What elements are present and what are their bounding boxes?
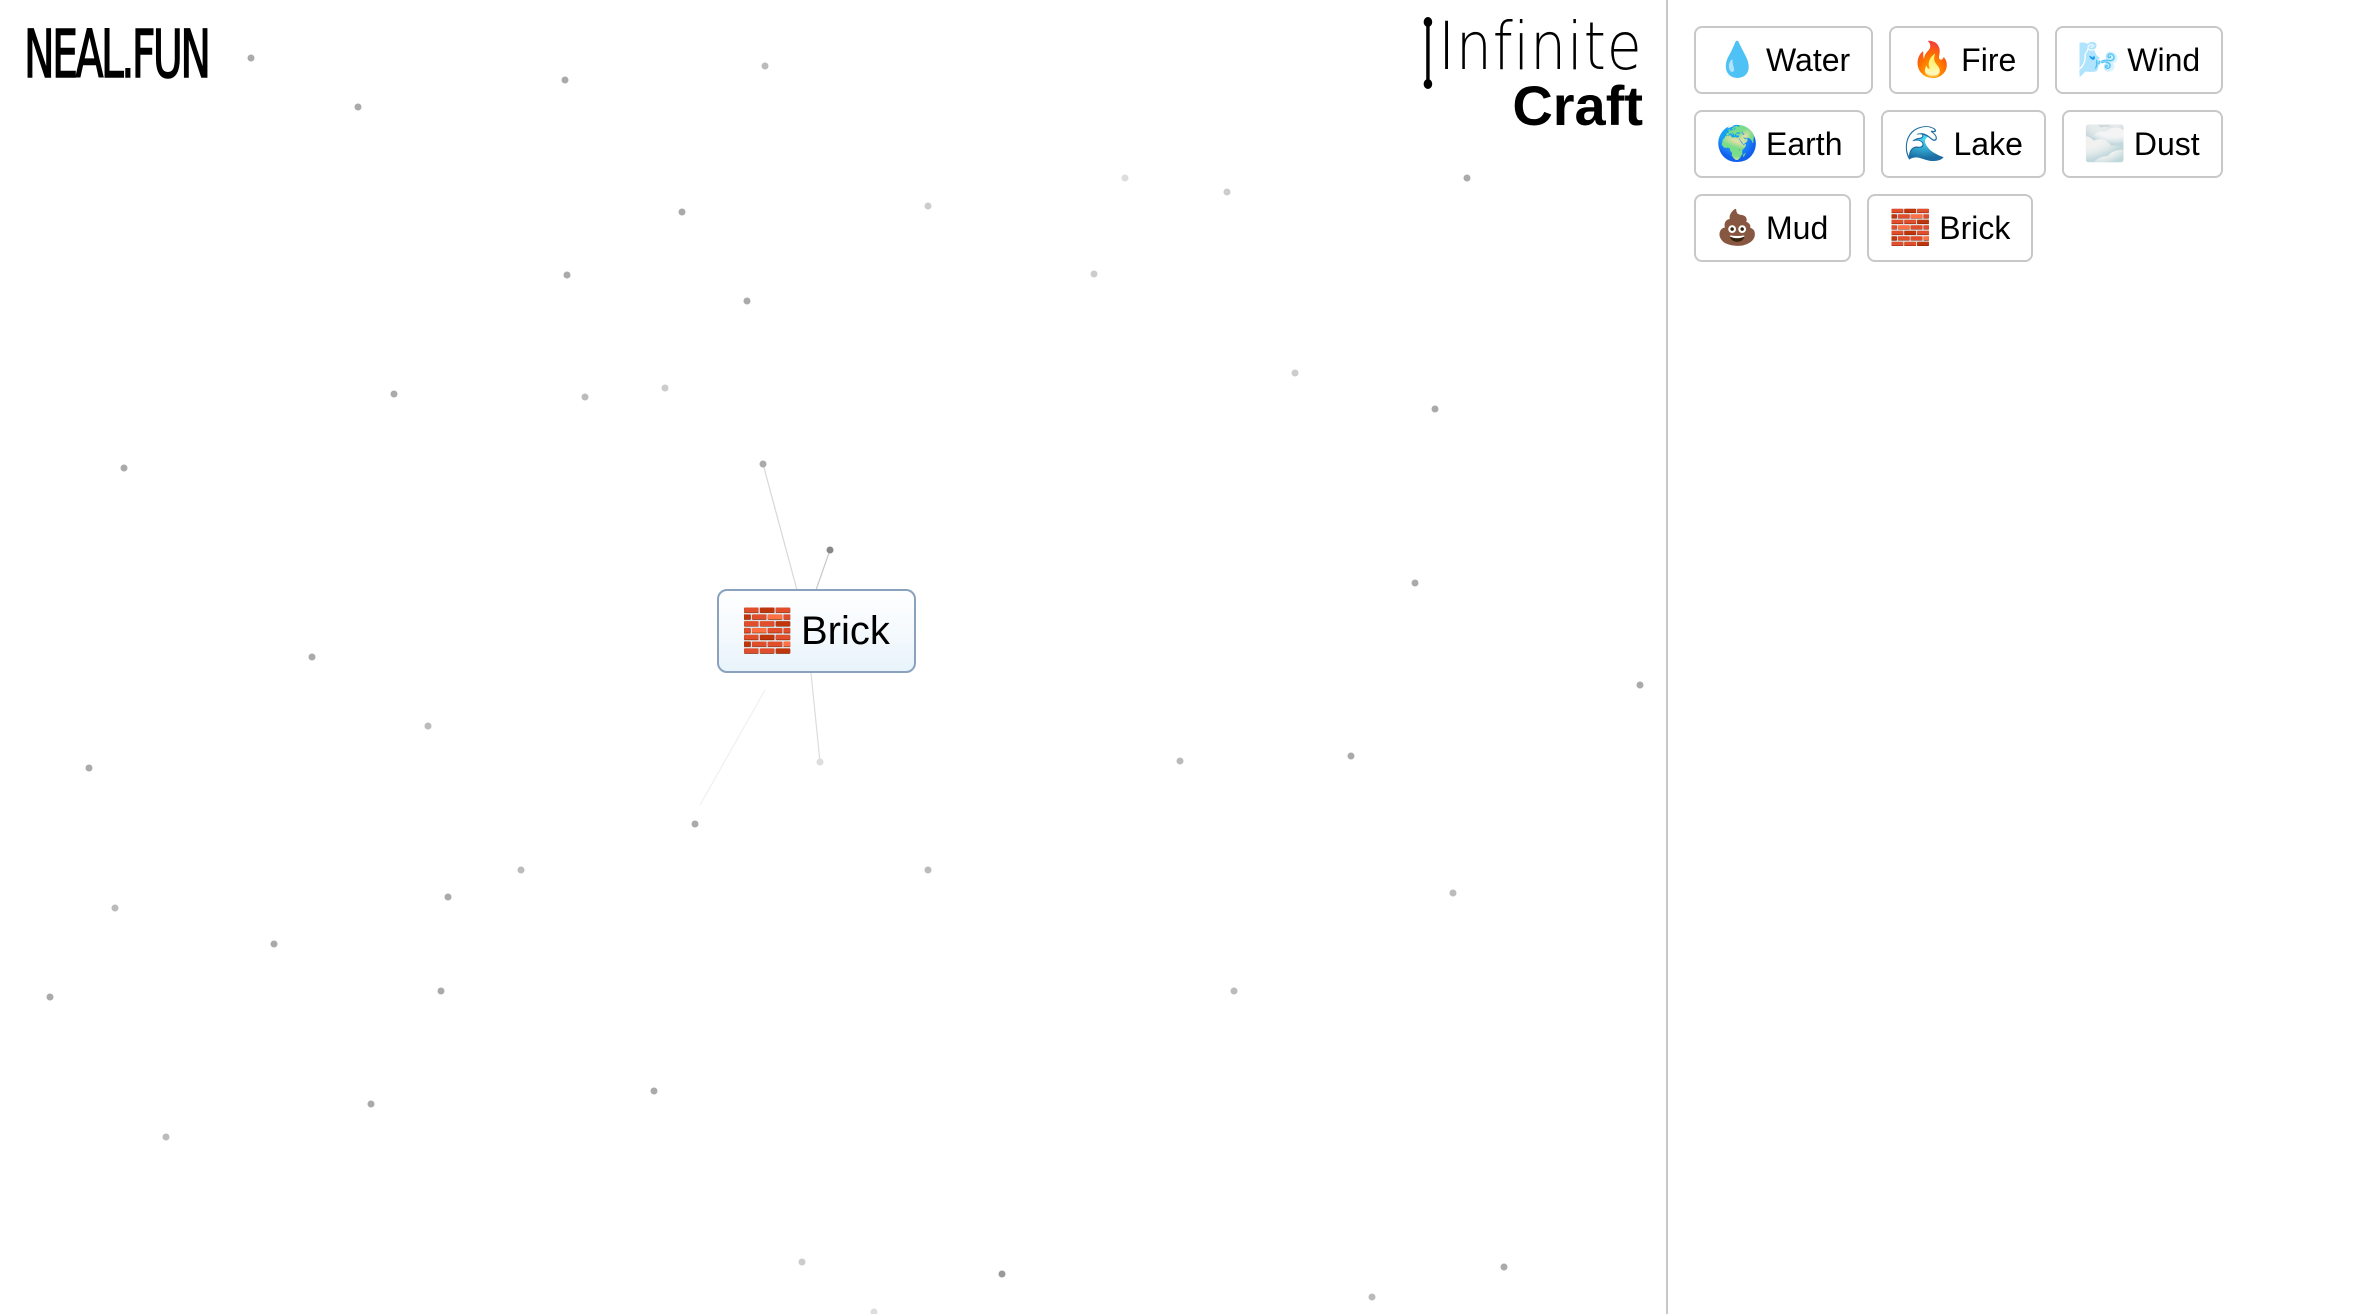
particle-dot — [1347, 752, 1355, 760]
particle-dot — [247, 54, 255, 62]
particle-dot — [563, 271, 571, 279]
particle-link — [815, 549, 831, 591]
particle-dot — [1090, 270, 1098, 278]
particle-dot — [816, 758, 824, 766]
particle-dot — [998, 1270, 1006, 1278]
particle-dot — [517, 866, 525, 874]
particle-dot — [85, 764, 93, 772]
element-mud[interactable]: 💩 Mud — [1694, 194, 1852, 262]
fog-icon: 🌫️ — [2083, 125, 2127, 163]
particle-dot — [743, 297, 751, 305]
particle-dots — [46, 54, 1644, 1314]
wave-icon: 🌊 — [1903, 125, 1946, 163]
particle-dot — [826, 546, 834, 554]
element-dust[interactable]: 🌫️ Dust — [2061, 110, 2223, 178]
particle-dot — [798, 1258, 806, 1266]
particle-dot — [1121, 174, 1129, 182]
particle-dot — [678, 208, 686, 216]
earth-globe-icon: 🌍 — [1716, 125, 1759, 163]
element-wind[interactable]: 🌬️ Wind — [2055, 26, 2224, 94]
particle-dot — [924, 866, 932, 874]
particle-dot — [424, 722, 432, 730]
particle-dot — [308, 653, 316, 661]
element-label: Water — [1766, 41, 1851, 78]
element-label: Earth — [1766, 125, 1843, 162]
elements-sidebar[interactable]: 💧 Water 🔥 Fire 🌬️ Wind 🌍 Earth 🌊 Lake 🌫️ — [1668, 0, 2360, 1314]
infinite-craft-app: NEAL.FUN Infinite Craft 🧱 Brick 💧 Water … — [0, 0, 2360, 1314]
particle-dot — [270, 940, 278, 948]
particle-dot — [761, 62, 769, 70]
craft-canvas[interactable]: NEAL.FUN Infinite Craft 🧱 Brick — [0, 0, 1667, 1314]
particle-dot — [1449, 889, 1457, 897]
element-label: Mud — [1766, 209, 1829, 246]
particle-dot — [870, 1308, 878, 1314]
particle-link — [762, 463, 798, 591]
particle-dot — [1176, 757, 1184, 765]
particle-dot — [367, 1100, 375, 1108]
element-earth[interactable]: 🌍 Earth — [1694, 110, 1866, 178]
infinite-craft-title: Infinite Craft — [1391, 14, 1643, 134]
element-water[interactable]: 💧 Water — [1694, 26, 1874, 94]
particle-dot — [924, 202, 932, 210]
particle-link — [699, 689, 766, 806]
element-lake[interactable]: 🌊 Lake — [1881, 110, 2046, 178]
title-infinite-text: Infinite — [1438, 8, 1643, 85]
poop-icon: 💩 — [1716, 209, 1759, 247]
neal-fun-logo[interactable]: NEAL.FUN — [24, 21, 212, 89]
element-label: Brick — [1939, 209, 2011, 246]
element-fire[interactable]: 🔥 Fire — [1889, 26, 2040, 94]
element-label: Fire — [1961, 41, 2017, 78]
particle-dot — [46, 993, 54, 1001]
particle-dot — [437, 987, 445, 995]
text-cursor-icon — [1424, 17, 1433, 89]
particle-dot — [1463, 174, 1471, 182]
fire-icon: 🔥 — [1911, 41, 1954, 79]
particle-dot — [1500, 1263, 1508, 1271]
particle-dot — [1291, 369, 1299, 377]
wind-face-icon: 🌬️ — [2077, 41, 2120, 79]
particle-dot — [1411, 579, 1419, 587]
particle-dot — [691, 820, 699, 828]
element-brick[interactable]: 🧱 Brick — [1867, 194, 2034, 262]
particle-dot — [759, 460, 767, 468]
element-label: Dust — [2133, 125, 2200, 162]
particle-dot — [581, 393, 589, 401]
particle-dot — [390, 390, 398, 398]
particle-dot — [561, 76, 569, 84]
particle-dot — [1636, 681, 1644, 689]
particle-dot — [354, 103, 362, 111]
particle-dot — [162, 1133, 170, 1141]
title-infinite-line: Infinite — [1424, 14, 1643, 89]
canvas-item-label: Brick — [801, 608, 890, 653]
particle-dot — [444, 893, 452, 901]
particle-dot — [650, 1087, 658, 1095]
particle-link — [810, 672, 821, 763]
brick-icon: 🧱 — [741, 606, 794, 654]
element-list: 💧 Water 🔥 Fire 🌬️ Wind 🌍 Earth 🌊 Lake 🌫️ — [1694, 26, 2234, 262]
water-drop-icon: 💧 — [1716, 41, 1759, 79]
particle-dot — [661, 384, 669, 392]
canvas-item-brick[interactable]: 🧱 Brick — [717, 589, 916, 673]
particle-dot — [1431, 405, 1439, 413]
element-label: Lake — [1953, 125, 2023, 162]
element-label: Wind — [2127, 41, 2201, 78]
particle-dot — [1223, 188, 1231, 196]
particle-dot — [120, 464, 128, 472]
particle-dot — [111, 904, 119, 912]
particle-dot — [1230, 987, 1238, 995]
particle-dot — [1368, 1293, 1376, 1301]
brick-icon: 🧱 — [1889, 209, 1932, 247]
